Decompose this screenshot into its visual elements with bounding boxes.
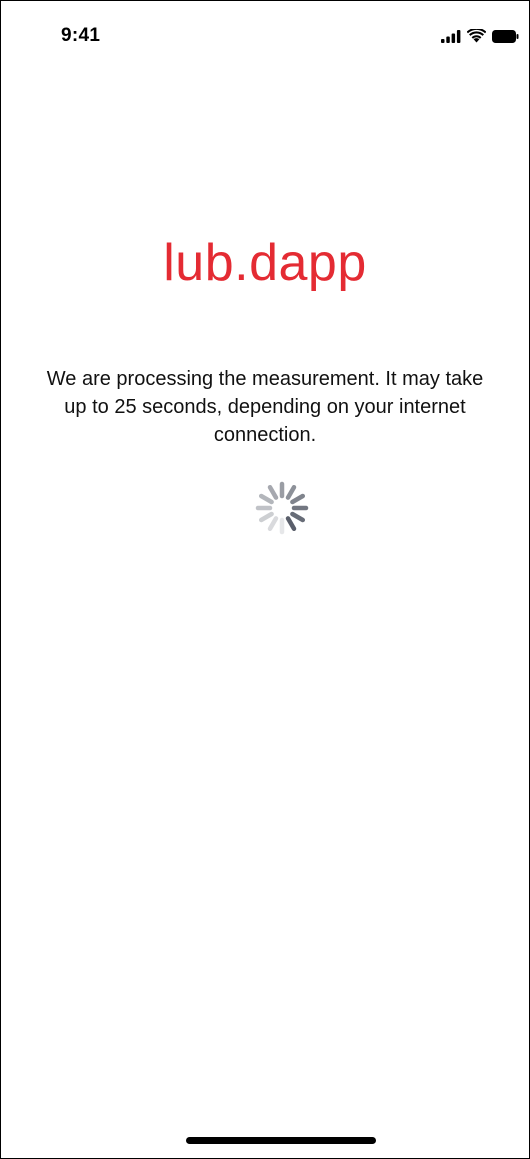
spinner-spoke: [290, 511, 306, 523]
status-icons: [441, 28, 519, 44]
status-time: 9:41: [61, 25, 101, 46]
spinner-spoke: [267, 516, 279, 532]
brand-logo-text: lub.dapp: [163, 234, 367, 292]
spinner-spoke: [258, 511, 274, 523]
spinner-spoke: [267, 484, 279, 500]
spinner-spoke: [285, 516, 297, 532]
phone-screen: 9:41 lub.dapp We are processing the meas…: [0, 0, 530, 1159]
spinner-spoke: [285, 484, 297, 500]
battery-icon: [492, 29, 519, 43]
status-bar: 9:41: [1, 1, 529, 71]
spinner-spoke: [290, 493, 306, 505]
home-indicator[interactable]: [186, 1137, 376, 1144]
wifi-icon: [467, 29, 486, 43]
processing-message: We are processing the measurement. It ma…: [46, 368, 484, 446]
loading-spinner-icon: [255, 481, 309, 535]
spinner-spoke: [258, 493, 274, 505]
cellular-signal-icon: [441, 29, 461, 43]
